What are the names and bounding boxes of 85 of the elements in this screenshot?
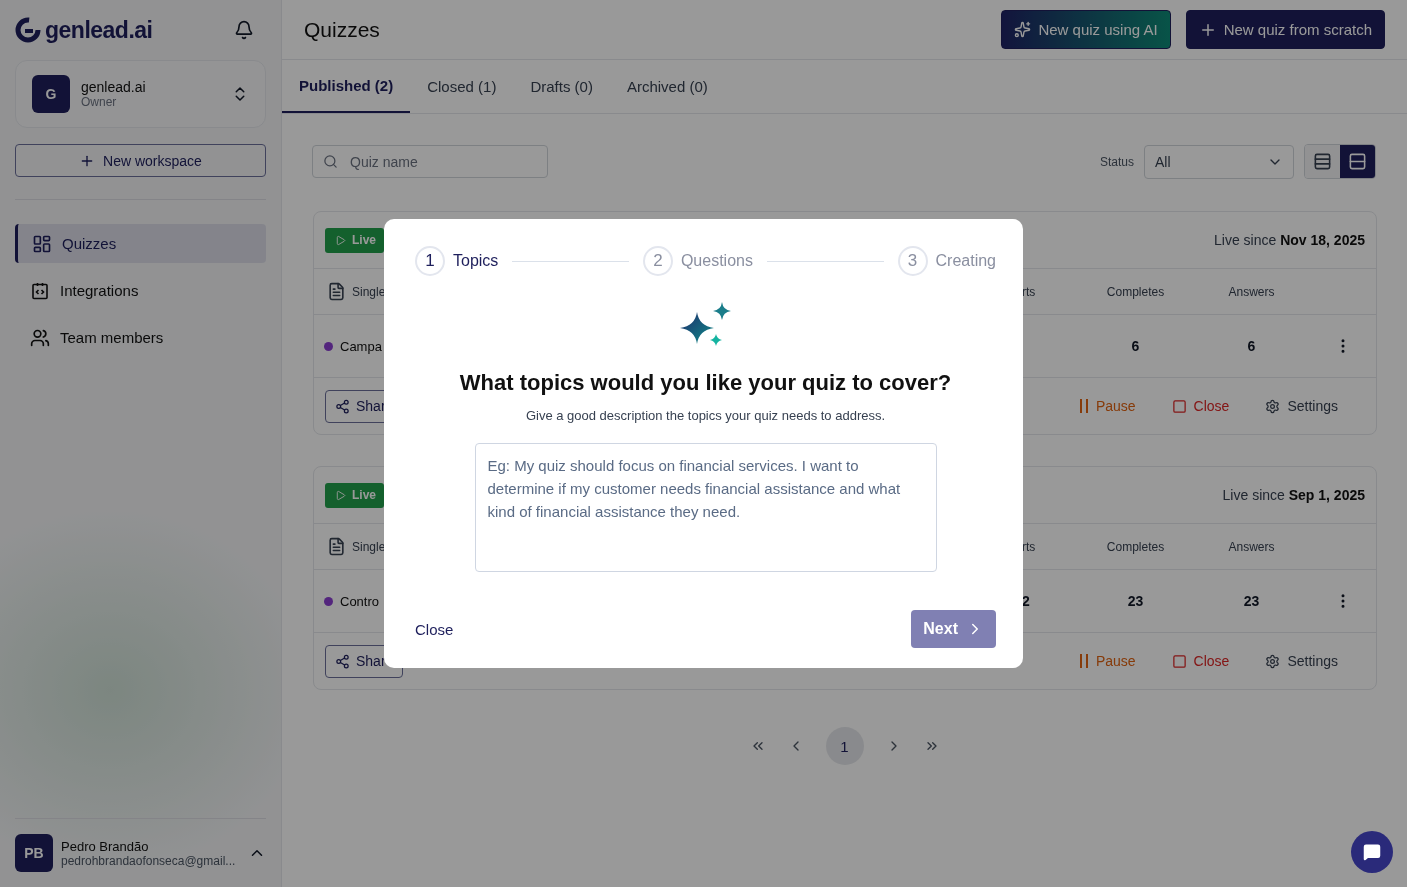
quiz-name: Campa (340, 338, 382, 354)
search-icon (323, 154, 338, 169)
live-since-text: Live since Nov 18, 2025 (1214, 232, 1365, 248)
workspace-switcher[interactable]: G genlead.ai Owner (15, 60, 266, 128)
tab[interactable]: Published (2) (282, 60, 411, 113)
rows-icon (1313, 152, 1332, 171)
dialog-heading: What topics would you like your quiz to cover? (459, 370, 952, 396)
step-label: Questions (680, 252, 753, 270)
status-badge: Live (325, 482, 384, 508)
chat-button[interactable] (1351, 831, 1393, 873)
dashboard-icon (32, 233, 52, 254)
column-header: rts (1022, 539, 1037, 554)
card-action[interactable]: Pause (1078, 653, 1136, 669)
logo-icon (15, 17, 41, 43)
card-action[interactable]: Settings (1265, 398, 1338, 414)
quiz-name: Contro (340, 593, 380, 609)
step-label: Topics (453, 252, 499, 270)
user-name: Pedro Brandão (61, 838, 150, 854)
pause-icon (1078, 654, 1089, 668)
card-action[interactable]: Close (1171, 398, 1230, 414)
user-email: pedrohbrandaofonseca@gmail... (61, 853, 237, 868)
column-header: rts (1022, 284, 1037, 299)
workspace-name: genlead.ai (81, 79, 147, 95)
code-clipboard-icon (30, 280, 50, 301)
step-number: 3 (897, 246, 928, 276)
play-icon (335, 489, 346, 501)
tab[interactable]: Archived (0) (609, 60, 725, 113)
status-select[interactable]: All (1144, 144, 1294, 179)
dialog-subheading: Give a good description the topics your quiz needs to address. (525, 408, 886, 423)
settings-icon (1265, 398, 1281, 414)
quiz-type: Single (352, 539, 386, 554)
card-action[interactable]: Settings (1265, 653, 1338, 669)
view-toggle[interactable] (1340, 145, 1375, 178)
page-number[interactable]: 1 (825, 727, 864, 765)
card-action[interactable]: Pause (1078, 398, 1136, 414)
status-dot (324, 596, 333, 606)
rows-icon (1348, 152, 1367, 171)
live-since-text: Live since Sep 1, 2025 (1222, 487, 1365, 503)
step-label: Creating (935, 252, 996, 270)
share-icon (335, 653, 350, 669)
column-header: Answers (1227, 284, 1276, 299)
step-number: 1 (415, 246, 445, 276)
page-title: Quizzes (304, 17, 381, 42)
square-icon (1171, 398, 1187, 414)
workspace-role: Owner (81, 95, 118, 109)
sidebar-item[interactable]: Team members (15, 318, 266, 357)
pause-icon (1078, 399, 1089, 413)
user-avatar: PB (15, 834, 53, 872)
team-icon (30, 327, 50, 348)
step-number: 2 (642, 246, 673, 276)
topics-field[interactable]: Eg: My quiz should focus on financial services. I want to determine if my customer needs financial assistance and what kind of financial assistance they need. (474, 443, 937, 572)
logo: genlead.ai (15, 16, 153, 44)
settings-icon (1265, 653, 1281, 669)
new-quiz-button[interactable]: New quiz from scratch (1185, 10, 1385, 49)
stat-value: 23 (1242, 593, 1261, 609)
stat-value: 23 (1126, 593, 1145, 609)
card-action[interactable]: Close (1171, 653, 1230, 669)
new-workspace-button[interactable]: New workspace (15, 144, 266, 177)
stat-value: 2 (1022, 593, 1031, 609)
square-icon (1171, 653, 1187, 669)
search-field[interactable]: Quiz name (312, 145, 548, 178)
document-icon (327, 537, 346, 556)
sidebar-item[interactable]: Quizzes (15, 224, 266, 263)
status-badge: Live (325, 227, 384, 253)
stat-value: 6 (1130, 338, 1141, 354)
status-dot (324, 341, 333, 351)
share-icon (335, 398, 350, 414)
tab[interactable]: Drafts (0) (513, 60, 610, 113)
close-button[interactable]: Close (415, 620, 454, 638)
notification-bell-icon[interactable] (234, 20, 254, 40)
play-icon (335, 234, 346, 246)
status-label: Status (1099, 154, 1134, 169)
chat-icon (1363, 843, 1381, 861)
new-quiz-ai-button[interactable]: New quiz using AI (1001, 10, 1171, 49)
column-header: Answers (1227, 539, 1276, 554)
sidebar-item[interactable]: Integrations (15, 271, 266, 310)
document-icon (327, 282, 346, 301)
tab[interactable]: Closed (1) (410, 60, 514, 113)
column-header: Completes (1105, 284, 1166, 299)
quiz-type: Single (352, 284, 386, 299)
column-header: Completes (1105, 539, 1166, 554)
sparkles-icon (1014, 21, 1032, 38)
view-toggle[interactable] (1305, 145, 1340, 178)
stat-value: 6 (1246, 338, 1257, 354)
workspace-avatar: G (32, 75, 70, 113)
